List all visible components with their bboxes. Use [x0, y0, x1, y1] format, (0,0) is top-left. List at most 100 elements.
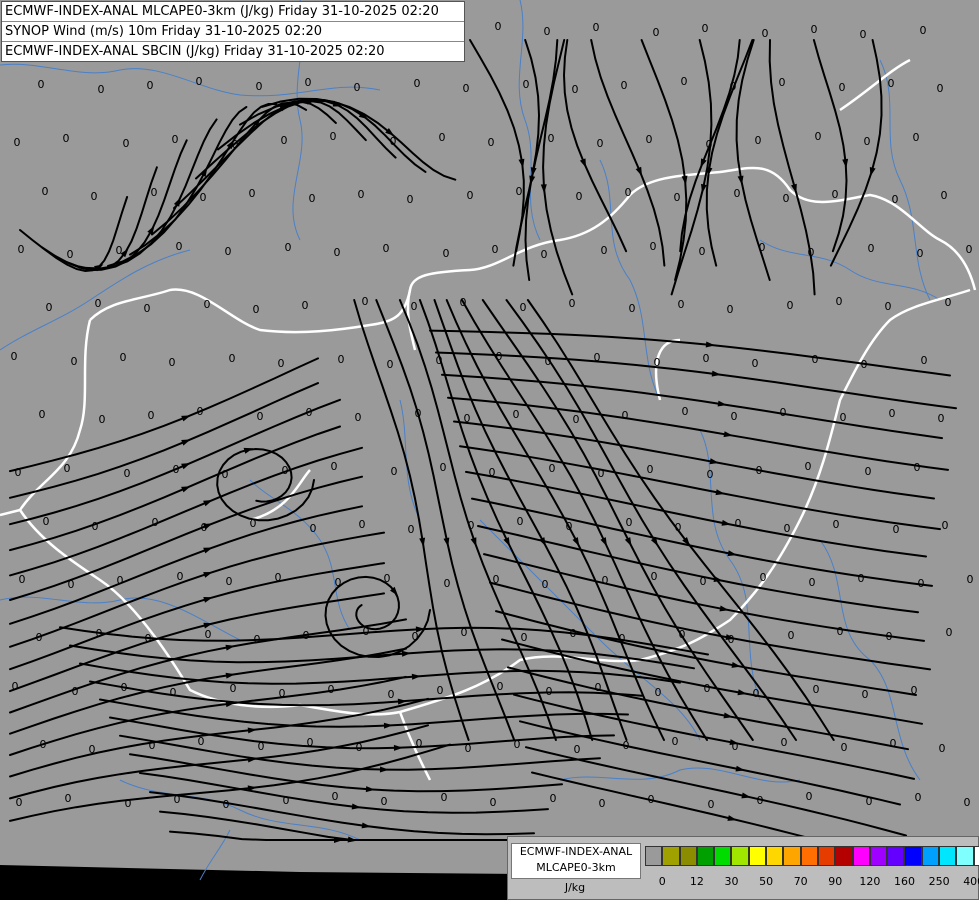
legend-swatch	[766, 846, 784, 866]
station-value: 0	[67, 248, 74, 261]
station-value: 0	[862, 688, 869, 701]
station-value: 0	[593, 21, 600, 34]
station-value: 0	[599, 797, 606, 810]
station-value: 0	[514, 738, 521, 751]
legend-ticks: 0 12 30 50 70 90 120 160 250 400	[645, 875, 979, 891]
legend-swatch	[714, 846, 732, 866]
station-value: 0	[594, 351, 601, 364]
station-value: 0	[120, 351, 127, 364]
station-value: 0	[629, 302, 636, 315]
station-value: 0	[541, 248, 548, 261]
station-value: 0	[257, 410, 264, 423]
station-value: 0	[250, 517, 257, 530]
station-value: 0	[546, 685, 553, 698]
station-value: 0	[177, 570, 184, 583]
station-value: 0	[222, 468, 229, 481]
legend-swatch	[921, 846, 940, 866]
station-value: 0	[913, 131, 920, 144]
station-value: 0	[946, 626, 953, 639]
station-value: 0	[302, 299, 309, 312]
station-value: 0	[779, 76, 786, 89]
station-value: 0	[753, 687, 760, 700]
station-value: 0	[759, 241, 766, 254]
station-value: 0	[414, 77, 421, 90]
station-value: 0	[781, 736, 788, 749]
legend-tick-label: 0	[658, 875, 666, 888]
station-value: 0	[285, 241, 292, 254]
legend-tick-label: 12	[689, 875, 704, 888]
station-value: 0	[674, 191, 681, 204]
station-value: 0	[198, 735, 205, 748]
station-value: 0	[63, 132, 70, 145]
station-value: 0	[566, 520, 573, 533]
station-value: 0	[544, 25, 551, 38]
legend-swatches	[645, 846, 979, 866]
station-value: 0	[752, 357, 759, 370]
station-value: 0	[151, 186, 158, 199]
station-value: 0	[71, 355, 78, 368]
station-value: 0	[732, 740, 739, 753]
legend-tick-label: 160	[894, 875, 915, 888]
station-value: 0	[173, 463, 180, 476]
station-value: 0	[550, 792, 557, 805]
station-value: 0	[569, 297, 576, 310]
station-value: 0	[805, 460, 812, 473]
station-value: 0	[176, 240, 183, 253]
station-value: 0	[197, 405, 204, 418]
station-value: 0	[331, 460, 338, 473]
station-value: 0	[223, 798, 230, 811]
station-value: 0	[700, 575, 707, 588]
legend-swatch	[956, 846, 974, 866]
station-value: 0	[40, 738, 47, 751]
station-value: 0	[653, 26, 660, 39]
station-value: 0	[387, 358, 394, 371]
station-value: 0	[359, 518, 366, 531]
station-value: 0	[890, 737, 897, 750]
station-value: 0	[513, 408, 520, 421]
station-value: 0	[760, 571, 767, 584]
station-value: 0	[811, 23, 818, 36]
station-value: 0	[865, 465, 872, 478]
map-title-box: ECMWF-INDEX-ANAL MLCAPE0-3km (J/kg) Frid…	[1, 1, 465, 62]
station-value: 0	[488, 136, 495, 149]
station-value: 0	[967, 573, 974, 586]
weather-map[interactable]: 0 0 0 0 0 0 0 0 0 0 0 0 0 0 0 0 0 0 0 0 0 0 0 0 0 0 0 0 0 0 0 0 0 0 0 0 0 0 0 0…	[0, 0, 979, 900]
station-value: 0	[38, 78, 45, 91]
station-value: 0	[226, 575, 233, 588]
station-value: 0	[415, 407, 422, 420]
station-value: 0	[548, 132, 555, 145]
station-value: 0	[334, 246, 341, 259]
station-value: 0	[19, 573, 26, 586]
legend-swatch	[696, 846, 715, 866]
station-value: 0	[809, 576, 816, 589]
station-value: 0	[516, 185, 523, 198]
station-value: 0	[439, 131, 446, 144]
station-value: 0	[16, 796, 23, 809]
station-value: 0	[328, 683, 335, 696]
legend-swatch	[645, 846, 663, 866]
station-value: 0	[99, 413, 106, 426]
station-value: 0	[391, 465, 398, 478]
station-value: 0	[756, 464, 763, 477]
station-value: 0	[15, 466, 22, 479]
station-value: 0	[384, 572, 391, 585]
legend-swatch	[939, 846, 957, 866]
station-value: 0	[490, 796, 497, 809]
station-value: 0	[411, 300, 418, 313]
station-value: 0	[92, 520, 99, 533]
station-value: 0	[545, 355, 552, 368]
station-value: 0	[517, 515, 524, 528]
station-value: 0	[43, 515, 50, 528]
station-value: 0	[788, 629, 795, 642]
station-value: 0	[279, 687, 286, 700]
station-value: 0	[757, 794, 764, 807]
station-value: 0	[755, 134, 762, 147]
station-value: 0	[358, 188, 365, 201]
title-line-sbcin: ECMWF-INDEX-ANAL SBCIN (J/kg) Friday 31-…	[2, 41, 464, 61]
legend-swatch	[869, 846, 888, 866]
station-value: 0	[941, 189, 948, 202]
station-value: 0	[945, 296, 952, 309]
legend-tick-label: 70	[793, 875, 808, 888]
station-value: 0	[703, 352, 710, 365]
station-value: 0	[832, 188, 839, 201]
